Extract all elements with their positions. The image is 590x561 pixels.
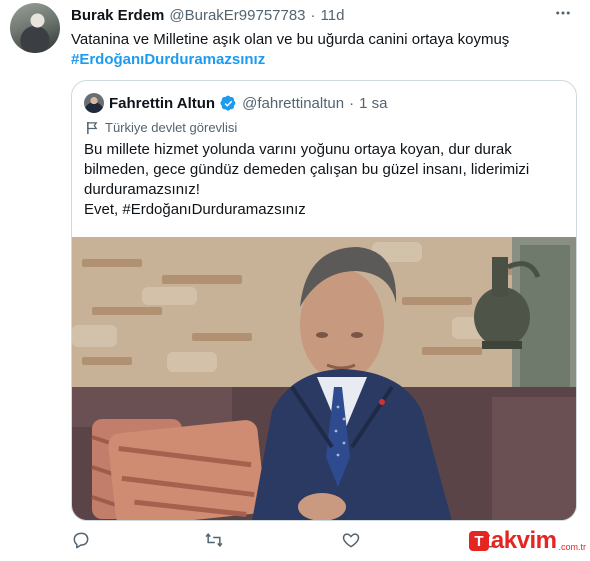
retweet-icon[interactable]: [204, 530, 226, 552]
quoted-tweet-text: Bu millete hizmet yolunda varını yoğunu …: [84, 140, 568, 220]
quoted-text-line: Evet, #ErdoğanıDurduramazsınız: [84, 201, 306, 218]
watermark-sub: .com.tr: [558, 542, 586, 552]
display-name[interactable]: Burak Erdem: [71, 7, 164, 24]
user-handle[interactable]: @BurakEr99757783: [169, 7, 305, 24]
tweet-header: Burak Erdem @BurakEr99757783 · 11d: [71, 5, 344, 25]
takvim-watermark: T akvim .com.tr: [468, 527, 586, 555]
quoted-display-name[interactable]: Fahrettin Altun: [109, 95, 215, 112]
quoted-text-line: bilmeden, gece gündüz demeden çalışan bu…: [84, 161, 530, 178]
quoted-tweet[interactable]: Fahrettin Altun @fahrettinaltun · 1 sa T…: [71, 80, 577, 521]
quoted-avatar[interactable]: [84, 93, 104, 113]
avatar[interactable]: [10, 3, 60, 53]
reply-icon[interactable]: [71, 530, 93, 552]
tweet-body: Vatanina ve Milletine aşık olan ve bu uğ…: [71, 31, 510, 48]
label-text: Türkiye devlet görevlisi: [105, 120, 238, 135]
quoted-tweet-header: Fahrettin Altun @fahrettinaltun · 1 sa: [84, 92, 387, 114]
tweet-text: Vatanina ve Milletine aşık olan ve bu uğ…: [71, 30, 576, 70]
hashtag-link[interactable]: #ErdoğanıDurduramazsınız: [71, 50, 576, 70]
verified-badge-icon: [220, 95, 236, 111]
timestamp[interactable]: 11d: [321, 7, 345, 24]
tweet[interactable]: Burak Erdem @BurakEr99757783 · 11d Vatan…: [0, 0, 590, 561]
quoted-text-line: durduramazsınız!: [84, 181, 200, 198]
quoted-text-line: Bu millete hizmet yolunda varını yoğunu …: [84, 141, 512, 158]
quoted-timestamp[interactable]: 1 sa: [359, 95, 387, 112]
watermark-logo: T: [468, 531, 489, 551]
action-bar: [71, 530, 531, 552]
photo-illustration: [72, 237, 576, 520]
quoted-tweet-photo[interactable]: [72, 237, 576, 520]
government-official-label: Türkiye devlet görevlisi: [86, 120, 237, 135]
flag-icon: [87, 121, 98, 134]
like-icon[interactable]: [341, 530, 363, 552]
watermark-text: akvim: [490, 527, 557, 554]
ellipsis-icon[interactable]: [554, 4, 572, 27]
quoted-user-handle[interactable]: @fahrettinaltun: [242, 95, 344, 112]
quoted-separator: ·: [349, 94, 355, 112]
separator: ·: [310, 6, 316, 24]
